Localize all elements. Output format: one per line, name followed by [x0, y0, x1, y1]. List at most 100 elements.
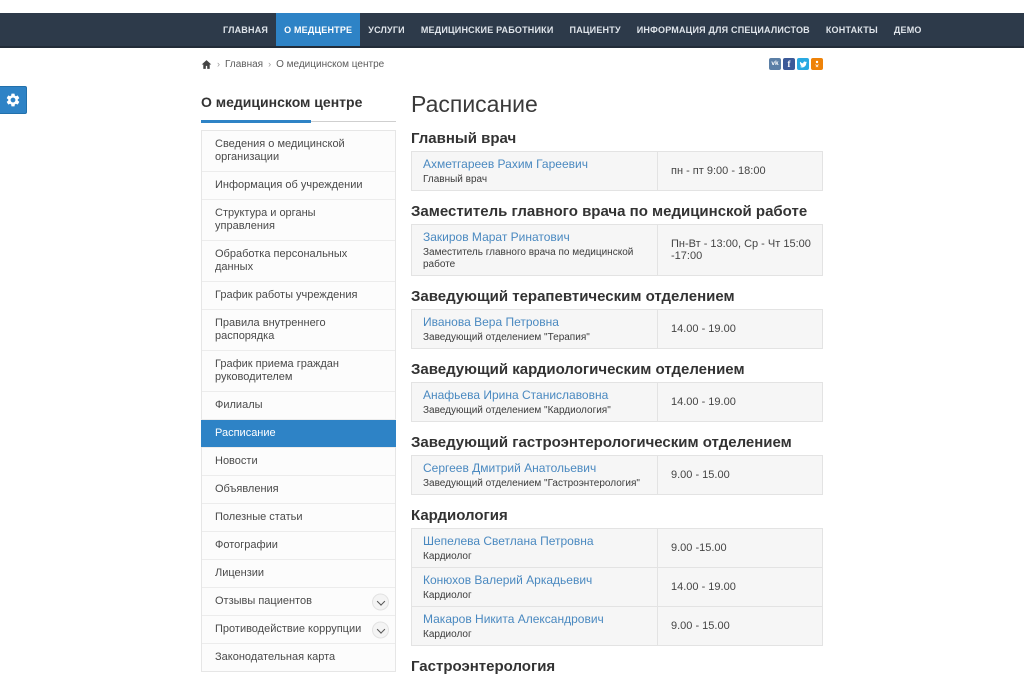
sidebar-item[interactable]: Расписание: [201, 419, 396, 447]
nav-item[interactable]: КОНТАКТЫ: [818, 13, 886, 46]
table-row: Анафьева Ирина Станиславовна Заведующий о…: [412, 383, 822, 421]
sidebar-item-label: Расписание: [215, 427, 276, 439]
gear-icon: [5, 92, 21, 108]
sidebar-item-label: Законодательная карта: [215, 651, 335, 663]
schedule-time: 9.00 - 15.00: [658, 607, 822, 645]
nav-item[interactable]: ГЛАВНАЯ: [215, 13, 276, 46]
sidebar-item-label: Правила внутреннего распорядка: [215, 317, 326, 342]
nav-item[interactable]: ИНФОРМАЦИЯ ДЛЯ СПЕЦИАЛИСТОВ: [629, 13, 818, 46]
sidebar-item-label: Структура и органы управления: [215, 207, 316, 232]
breadcrumb-item: О медицинском центре: [276, 59, 384, 70]
doctor-cell: Шепелева Светлана ПетровнаКардиолог: [412, 529, 658, 567]
table-row: Макаров Никита Александрович Кардиолог 9.0…: [412, 606, 822, 645]
sidebar-item[interactable]: Филиалы: [202, 391, 395, 419]
doctor-cell: Иванова Вера Петровна Заведующий отделени…: [412, 310, 658, 348]
facebook-icon[interactable]: f: [783, 58, 795, 70]
schedule-time: пн - пт 9:00 - 18:00: [658, 152, 822, 190]
sidebar-item[interactable]: Сведения о медицинской организации: [202, 131, 395, 171]
section-heading: Заведующий гастроэнтерологическим отделе…: [411, 434, 823, 452]
sidebar-item-label: Филиалы: [215, 399, 263, 411]
sidebar-item-label: Фотографии: [215, 539, 278, 551]
breadcrumb-item[interactable]: Главная: [225, 59, 263, 70]
schedule-time: 14.00 - 19.00: [658, 568, 822, 606]
doctor-link[interactable]: Макаров Никита Александрович: [423, 612, 604, 626]
sidebar-item-label: Противодействие коррупции: [215, 623, 361, 635]
breadcrumb-separator: ›: [217, 59, 220, 69]
doctor-role: Заведующий отделением "Гастроэнтерология…: [423, 478, 646, 490]
sidebar-item[interactable]: График работы учреждения: [202, 281, 395, 309]
schedule-table: Шепелева Светлана ПетровнаКардиолог9.00 …: [411, 528, 823, 646]
nav-item[interactable]: ДЕМО: [886, 13, 930, 46]
doctor-link[interactable]: Закиров Марат Ринатович: [423, 230, 570, 244]
sidebar-item[interactable]: Законодательная карта: [202, 643, 395, 671]
sidebar-item-label: График работы учреждения: [215, 289, 357, 301]
doctor-role: Кардиолог: [423, 629, 646, 641]
sidebar-menu: Сведения о медицинской организации Информ…: [201, 130, 396, 672]
table-row: Закиров Марат Ринатович Заместитель главн…: [412, 225, 822, 275]
sidebar-item[interactable]: Полезные статьи: [202, 503, 395, 531]
accessibility-panel-button[interactable]: [0, 86, 27, 114]
doctor-role: Главный врач: [423, 174, 646, 186]
nav-item[interactable]: О МЕДЦЕНТРЕ: [276, 13, 360, 46]
chevron-down-icon[interactable]: [372, 621, 389, 638]
doctor-cell: Анафьева Ирина Станиславовна Заведующий о…: [412, 383, 658, 421]
schedule-time: 9.00 - 15.00: [658, 456, 822, 494]
twitter-icon[interactable]: [797, 58, 809, 70]
sidebar-item[interactable]: График приема граждан руководителем: [202, 350, 395, 391]
sidebar-item-label: Полезные статьи: [215, 511, 302, 523]
table-row: Шепелева Светлана ПетровнаКардиолог9.00 …: [412, 529, 822, 567]
vk-icon[interactable]: vk: [769, 58, 781, 70]
section-heading: Заместитель главного врача по медицинско…: [411, 203, 823, 221]
schedule-table: Сергеев Дмитрий Анатольевич Заведующий от…: [411, 455, 823, 495]
doctor-link[interactable]: Анафьева Ирина Станиславовна: [423, 388, 608, 402]
chevron-down-icon[interactable]: [372, 593, 389, 610]
doctor-role: Заместитель главного врача по медицинско…: [423, 247, 646, 271]
doctor-cell: Макаров Никита Александрович Кардиолог: [412, 607, 658, 645]
sidebar-item-label: Обработка персональных данных: [215, 248, 347, 273]
odnoklassniki-icon[interactable]: [811, 58, 823, 70]
doctor-role: Кардиолог: [423, 590, 646, 602]
sidebar-item-label: Лицензии: [215, 567, 264, 579]
doctor-cell: Закиров Марат Ринатович Заместитель главн…: [412, 225, 658, 275]
nav-item[interactable]: УСЛУГИ: [360, 13, 413, 46]
sidebar-item[interactable]: Обработка персональных данных: [202, 240, 395, 281]
table-row: Иванова Вера Петровна Заведующий отделени…: [412, 310, 822, 348]
nav-item[interactable]: МЕДИЦИНСКИЕ РАБОТНИКИ: [413, 13, 562, 46]
doctor-role: Заведующий отделением "Кардиология": [423, 405, 646, 417]
breadcrumb-separator: ›: [268, 59, 271, 69]
schedule-time: 9.00 -15.00: [658, 529, 822, 567]
doctor-link[interactable]: Шепелева Светлана Петровна: [423, 534, 594, 548]
section-heading: Гастроэнтерология: [411, 658, 823, 676]
sidebar-item-label: Сведения о медицинской организации: [215, 138, 345, 163]
section-heading: Заведующий кардиологическим отделением: [411, 361, 823, 379]
sidebar-item[interactable]: Лицензии: [202, 559, 395, 587]
sidebar-title: О медицинском центре: [201, 94, 362, 110]
section-heading: Кардиология: [411, 507, 823, 525]
sidebar-item[interactable]: Новости: [202, 447, 395, 475]
sidebar-item[interactable]: Правила внутреннего распорядка: [202, 309, 395, 350]
sidebar-item[interactable]: Объявления: [202, 475, 395, 503]
nav-menu: ГЛАВНАЯО МЕДЦЕНТРЕУСЛУГИМЕДИЦИНСКИЕ РАБО…: [215, 13, 930, 46]
doctor-link[interactable]: Сергеев Дмитрий Анатольевич: [423, 461, 596, 475]
table-row: Сергеев Дмитрий Анатольевич Заведующий от…: [412, 456, 822, 494]
table-row: Конюхов Валерий АркадьевичКардиолог14.00…: [412, 567, 822, 606]
sidebar-item[interactable]: Структура и органы управления: [202, 199, 395, 240]
section-heading: Заведующий терапевтическим отделением: [411, 288, 823, 306]
sidebar-item[interactable]: Противодействие коррупции: [202, 615, 395, 643]
page-title: Расписание: [411, 91, 823, 118]
sidebar-item[interactable]: Отзывы пациентов: [202, 587, 395, 615]
schedule-table: Ахметгареев Рахим Гареевич Главный врач пн…: [411, 151, 823, 191]
sidebar-item[interactable]: Фотографии: [202, 531, 395, 559]
table-row: Ахметгареев Рахим Гареевич Главный врач пн…: [412, 152, 822, 190]
doctor-cell: Сергеев Дмитрий Анатольевич Заведующий от…: [412, 456, 658, 494]
doctor-link[interactable]: Ахметгареев Рахим Гареевич: [423, 157, 588, 171]
schedule-time: Пн-Вт - 13:00, Ср - Чт 15:00 -17:00: [658, 225, 822, 275]
doctor-role: Заведующий отделением "Терапия": [423, 332, 646, 344]
breadcrumb: › Главная › О медицинском центре: [201, 59, 384, 70]
sidebar-item-label: График приема граждан руководителем: [215, 358, 339, 383]
doctor-cell: Ахметгареев Рахим Гареевич Главный врач: [412, 152, 658, 190]
nav-item[interactable]: ПАЦИЕНТУ: [562, 13, 629, 46]
sidebar-item[interactable]: Информация об учреждении: [202, 171, 395, 199]
home-icon[interactable]: [201, 59, 212, 70]
doctor-link[interactable]: Иванова Вера Петровна: [423, 315, 559, 329]
